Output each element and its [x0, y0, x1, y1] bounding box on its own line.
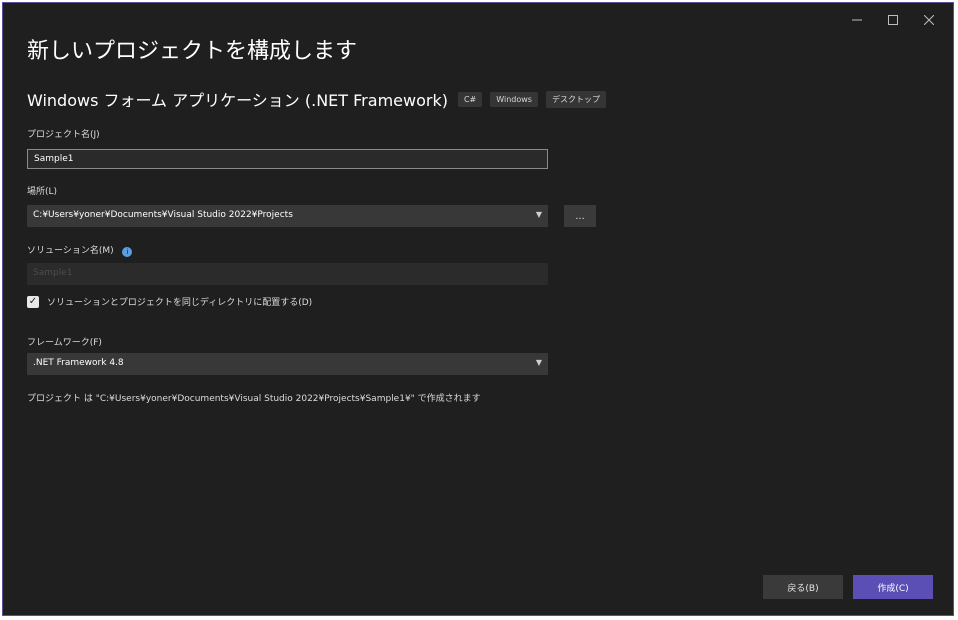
- chevron-down-icon: ▼: [535, 210, 542, 219]
- template-name: Windows フォーム アプリケーション (.NET Framework): [27, 91, 448, 110]
- project-name-input[interactable]: Sample1: [27, 149, 548, 169]
- solution-name-input: Sample1: [27, 263, 548, 285]
- same-dir-checkbox[interactable]: ✓: [27, 295, 39, 308]
- maximize-icon: [888, 15, 898, 25]
- project-path-note: プロジェクト は "C:¥Users¥yoner¥Documents¥Visua…: [27, 394, 481, 404]
- location-combobox[interactable]: C:¥Users¥yoner¥Documents¥Visual Studio 2…: [27, 205, 548, 227]
- minimize-icon: [852, 15, 862, 25]
- configure-project-dialog: 新しいプロジェクトを構成します Windows フォーム アプリケーション (.…: [2, 2, 954, 616]
- same-dir-option[interactable]: ✓ ソリューションとプロジェクトを同じディレクトリに配置する(D): [27, 295, 312, 308]
- same-dir-checkbox-label: ソリューションとプロジェクトを同じディレクトリに配置する(D): [47, 298, 313, 308]
- location-value: C:¥Users¥yoner¥Documents¥Visual Studio 2…: [33, 210, 293, 220]
- back-button[interactable]: 戻る(B): [763, 575, 843, 599]
- tag-platform: Windows: [490, 91, 538, 107]
- close-button[interactable]: [913, 9, 945, 31]
- maximize-button[interactable]: [877, 9, 909, 31]
- solution-name-label: ソリューション名(M): [27, 246, 114, 256]
- info-icon[interactable]: i: [122, 247, 133, 257]
- page-title: 新しいプロジェクトを構成します: [27, 39, 358, 64]
- framework-label: フレームワーク(F): [27, 338, 102, 348]
- create-button[interactable]: 作成(C): [853, 575, 933, 599]
- checkmark-icon: ✓: [28, 296, 38, 307]
- template-header: Windows フォーム アプリケーション (.NET Framework) C…: [27, 87, 614, 111]
- tag-language: C#: [457, 91, 483, 107]
- project-name-label: プロジェクト名(J): [27, 130, 100, 140]
- framework-value: .NET Framework 4.8: [33, 358, 124, 368]
- solution-name-label-row: ソリューション名(M) i: [27, 243, 133, 257]
- browse-button[interactable]: ...: [564, 205, 596, 227]
- location-label: 場所(L): [27, 187, 58, 197]
- minimize-button[interactable]: [841, 9, 873, 31]
- close-icon: [924, 15, 934, 25]
- framework-combobox[interactable]: .NET Framework 4.8 ▼: [27, 353, 548, 375]
- window-controls: [841, 9, 945, 31]
- tag-project-type: デスクトップ: [545, 90, 606, 108]
- chevron-down-icon: ▼: [535, 358, 542, 367]
